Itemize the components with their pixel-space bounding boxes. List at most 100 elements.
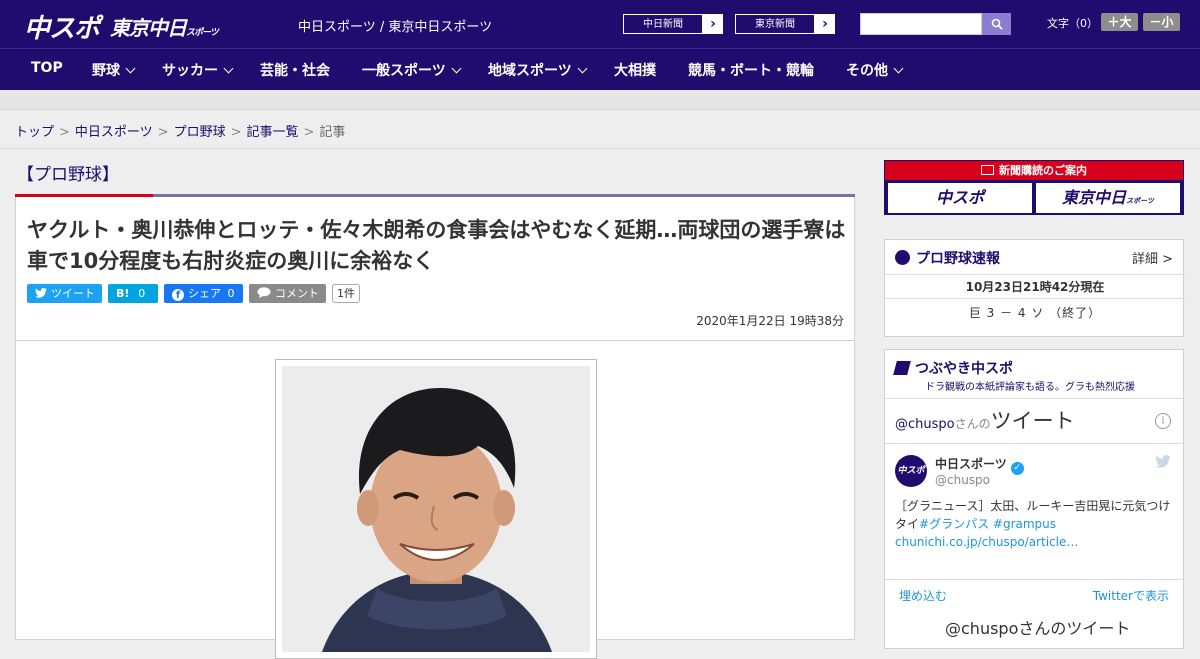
player-portrait-image bbox=[282, 366, 590, 652]
article-photo-frame bbox=[275, 359, 597, 659]
tweet-text: ［グラニュース］太田、ルーキー吉田晃に元気つけ タイ#グランパス #grampu… bbox=[895, 497, 1177, 551]
tweet-hashtag[interactable]: #グランパス bbox=[919, 517, 989, 531]
facebook-share-count: 0 bbox=[227, 287, 235, 300]
tweet-text-line2: タイ bbox=[895, 517, 920, 531]
article-date: 2020年1月22日 19時38分 bbox=[696, 314, 844, 328]
baseball-score-title: プロ野球速報 bbox=[895, 248, 1000, 268]
breadcrumb-chunichi-sports[interactable]: 中日スポーツ bbox=[75, 125, 153, 140]
baseball-score-box: プロ野球速報 詳細 > 10月23日21時42分現在 巨 3 － 4 ソ （終了… bbox=[884, 239, 1185, 337]
paper-button-label: 東京新聞 bbox=[735, 14, 815, 34]
megaphone-icon bbox=[893, 361, 911, 375]
breadcrumb: トップ > 中日スポーツ > プロ野球 > 記事一覧 > 記事 bbox=[15, 121, 345, 140]
nav-item-entertainment[interactable]: 芸能・社会 bbox=[260, 60, 330, 80]
twitter-widget-title-text: つぶやき中スポ bbox=[915, 361, 1013, 377]
nav-item-soccer[interactable]: サッカー bbox=[162, 60, 234, 80]
chevron-down-icon bbox=[223, 63, 234, 74]
nav-item-general-sports[interactable]: 一般スポーツ bbox=[362, 60, 462, 80]
newspaper-icon bbox=[981, 165, 994, 175]
tweet-account-name[interactable]: 中日スポーツ ✓ bbox=[935, 455, 1024, 475]
nav-item-label: その他 bbox=[846, 63, 888, 79]
search-icon bbox=[991, 18, 1003, 30]
timeline-tweets-word: ツイート bbox=[990, 409, 1075, 433]
timeline-handle-suffix: さんの bbox=[954, 417, 991, 431]
font-larger-button[interactable]: ＋大 bbox=[1101, 13, 1138, 31]
nav-item-racing[interactable]: 競馬・ボート・競輪 bbox=[688, 60, 814, 80]
hatena-count: 0 bbox=[138, 287, 146, 300]
subscription-banner[interactable]: 新聞購読のご案内 中スポ 東京中日スポーツ bbox=[884, 160, 1184, 215]
site-header: 中スポ 東京中日スポーツ 中日スポーツ / 東京中日スポーツ 中日新聞 › 東京… bbox=[0, 0, 1200, 48]
embed-link[interactable]: 埋め込む bbox=[899, 587, 947, 604]
article-header: ヤクルト・奥川恭伸とロッテ・佐々木朗希の食事会はやむなく延期…両球団の選手寮は車… bbox=[15, 197, 855, 341]
tokyo-chunichi-logo[interactable]: 東京中日スポーツ bbox=[110, 12, 219, 41]
article-photo[interactable] bbox=[282, 366, 590, 652]
breadcrumb-current: 記事 bbox=[319, 125, 346, 140]
breadcrumb-pro-baseball[interactable]: プロ野球 bbox=[174, 125, 226, 140]
hatena-bookmark-button[interactable]: B! 0 bbox=[108, 284, 158, 303]
nav-item-label: TOP bbox=[31, 60, 63, 76]
tweet-button[interactable]: ツイート bbox=[27, 284, 102, 303]
tokyo-shimbun-button[interactable]: 東京新聞 › bbox=[734, 13, 836, 35]
subscribe-tokyo-small: スポーツ bbox=[1126, 197, 1154, 205]
chunichi-shimbun-button[interactable]: 中日新聞 › bbox=[622, 13, 724, 35]
timeline-next-heading: @chuspoさんのツイート bbox=[945, 619, 1131, 638]
article-headline: ヤクルト・奥川恭伸とロッテ・佐々木朗希の食事会はやむなく延期…両球団の選手寮は車… bbox=[27, 218, 846, 273]
nav-item-label: サッカー bbox=[162, 63, 218, 79]
nav-item-local-sports[interactable]: 地域スポーツ bbox=[488, 60, 588, 80]
hatena-icon: B! bbox=[116, 287, 130, 300]
breadcrumb-separator: > bbox=[157, 125, 169, 140]
tweet-text-line1: ［グラニュース］太田、ルーキー吉田晃に元気つけ bbox=[895, 499, 1171, 513]
category-title: 【プロ野球】 bbox=[17, 165, 119, 185]
breadcrumb-separator: > bbox=[303, 125, 315, 140]
chevron-down-icon bbox=[125, 63, 136, 74]
timeline-footer-divider bbox=[885, 579, 1183, 580]
subscribe-tokyo-button[interactable]: 東京中日スポーツ bbox=[1036, 183, 1180, 213]
nav-item-label: 一般スポーツ bbox=[362, 63, 446, 79]
timeline-handle[interactable]: @chuspo bbox=[895, 417, 955, 432]
comment-button[interactable]: コメント bbox=[249, 284, 326, 303]
timeline-divider bbox=[885, 443, 1183, 444]
embedded-timeline: @chuspoさんのツイート i 中スポ 中日スポーツ ✓ @chuspo ［グラ… bbox=[885, 398, 1183, 638]
subscribe-chuspo-button[interactable]: 中スポ bbox=[888, 183, 1032, 213]
tweet-account-id[interactable]: @chuspo bbox=[935, 473, 990, 487]
search-button[interactable] bbox=[982, 13, 1011, 35]
font-size-label: 文字（0） bbox=[1047, 17, 1098, 30]
nav-item-top[interactable]: TOP bbox=[31, 60, 63, 76]
nav-item-others[interactable]: その他 bbox=[846, 60, 904, 80]
info-icon[interactable]: i bbox=[1155, 413, 1171, 429]
twitter-bird-icon[interactable] bbox=[1155, 455, 1171, 472]
speech-bubble-icon bbox=[257, 287, 271, 298]
game-score[interactable]: 巨 3 － 4 ソ （終了） bbox=[885, 302, 1185, 324]
score-updated-time: 10月23日21時42分現在 bbox=[885, 274, 1185, 299]
twitter-logo-icon bbox=[1155, 455, 1171, 468]
breadcrumb-separator: > bbox=[230, 125, 242, 140]
tokyo-logo-small: スポーツ bbox=[186, 28, 219, 38]
search-input[interactable] bbox=[860, 13, 982, 35]
twitter-widget-box: つぶやき中スポ ドラ観戦の本紙評論家も語る。グラも熱烈応援 @chuspoさんの… bbox=[884, 349, 1184, 649]
baseball-detail-link[interactable]: 詳細 > bbox=[1132, 248, 1173, 267]
chuspo-logo[interactable]: 中スポ bbox=[24, 8, 100, 45]
nav-item-baseball[interactable]: 野球 bbox=[92, 60, 136, 80]
chevron-right-icon: › bbox=[710, 16, 716, 32]
tweet-hashtag[interactable]: #grampus bbox=[993, 517, 1056, 531]
nav-item-label: 競馬・ボート・競輪 bbox=[688, 63, 814, 79]
view-on-twitter-link[interactable]: Twitterで表示 bbox=[1093, 587, 1169, 604]
sub-band bbox=[0, 90, 1200, 110]
main-nav: TOP 野球 サッカー 芸能・社会 一般スポーツ 地域スポーツ 大相撲 競馬・ボ… bbox=[0, 48, 1200, 90]
facebook-share-button[interactable]: f シェア 0 bbox=[164, 284, 243, 303]
breadcrumb-article-list[interactable]: 記事一覧 bbox=[247, 125, 299, 140]
chevron-right-icon: › bbox=[822, 16, 828, 32]
tweet-link[interactable]: chunichi.co.jp/chuspo/article… bbox=[895, 535, 1078, 549]
tokyo-logo-text: 東京中日 bbox=[110, 16, 187, 40]
breadcrumb-separator: > bbox=[59, 125, 70, 140]
nav-item-sumo[interactable]: 大相撲 bbox=[614, 60, 656, 80]
site-name-link[interactable]: 中日スポーツ / 東京中日スポーツ bbox=[298, 16, 492, 35]
comment-count[interactable]: 1件 bbox=[332, 284, 360, 303]
avatar[interactable]: 中スポ bbox=[895, 455, 927, 487]
chevron-down-icon bbox=[577, 63, 588, 74]
article-column: 【プロ野球】 ヤクルト・奥川恭伸とロッテ・佐々木朗希の食事会はやむなく延期…両球… bbox=[15, 149, 855, 659]
font-smaller-button[interactable]: －小 bbox=[1143, 13, 1180, 31]
breadcrumb-top[interactable]: トップ bbox=[15, 125, 54, 140]
paper-button-label: 中日新聞 bbox=[623, 14, 703, 34]
facebook-icon: f bbox=[172, 289, 184, 301]
nav-item-label: 芸能・社会 bbox=[260, 63, 330, 79]
